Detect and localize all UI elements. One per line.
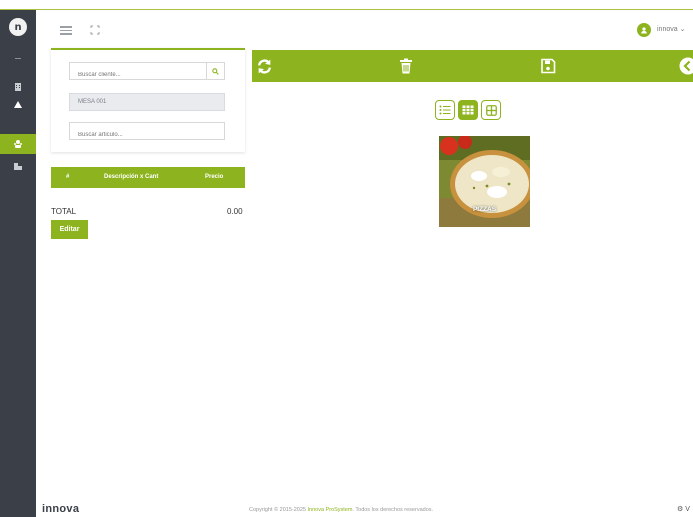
save-icon: [541, 58, 556, 74]
grid-view-button[interactable]: [458, 100, 478, 120]
sidebar-item-users[interactable]: [0, 134, 36, 154]
category-card[interactable]: PIZZAS: [439, 136, 530, 227]
copyright-prefix: Copyright © 2015-2025: [249, 507, 308, 513]
delete-button[interactable]: [396, 56, 416, 76]
edit-button[interactable]: Editar: [51, 220, 88, 239]
list-view-button[interactable]: [435, 100, 455, 120]
app-logo[interactable]: n: [9, 18, 27, 36]
user-avatar[interactable]: [637, 23, 651, 37]
grid-view-icon: [462, 105, 474, 115]
article-search-input[interactable]: [70, 127, 224, 143]
column-price: Precio: [205, 174, 224, 180]
copyright-link[interactable]: Innova ProSystem: [307, 507, 352, 513]
footer: innova Copyright © 2015-2025 Innova ProS…: [36, 503, 693, 517]
client-panel: MESA 001: [51, 48, 245, 152]
refresh-icon: [257, 58, 271, 74]
list-view-icon: [439, 105, 451, 115]
sidebar-item-factory[interactable]: [0, 156, 36, 176]
footer-copyright: Copyright © 2015-2025 Innova ProSystem. …: [249, 507, 433, 513]
column-description: Descripción x Cant: [104, 174, 159, 180]
order-table-header: # Descripción x Cant Precio: [51, 167, 245, 188]
search-icon: [212, 67, 219, 75]
top-accent-line: [0, 0, 693, 10]
table-selector[interactable]: MESA 001: [69, 93, 225, 111]
client-search-button[interactable]: [206, 63, 224, 79]
client-search-input[interactable]: [70, 67, 224, 83]
refresh-button[interactable]: [254, 56, 274, 76]
sidebar-divider: [15, 58, 21, 59]
back-icon: [679, 57, 693, 75]
logo-letter: n: [14, 21, 22, 33]
factory-icon: [14, 163, 22, 170]
menu-toggle-icon[interactable]: [60, 26, 72, 35]
sidebar: n: [0, 10, 36, 517]
category-label: PIZZAS: [472, 206, 497, 213]
column-number: #: [66, 174, 70, 180]
sidebar-item-building[interactable]: [0, 77, 36, 97]
building-icon: [15, 83, 21, 91]
trash-icon: [400, 58, 412, 74]
large-grid-view-icon: [485, 104, 497, 116]
total-label: TOTAL: [51, 207, 77, 216]
user-icon: [641, 27, 647, 34]
pizza-image: [439, 136, 530, 227]
home-icon: [14, 101, 22, 108]
back-button[interactable]: [678, 56, 693, 76]
client-search-box: [69, 62, 225, 83]
sidebar-item-home[interactable]: [0, 95, 36, 115]
users-icon: [14, 140, 22, 148]
action-toolbar: [252, 50, 693, 82]
fullscreen-icon[interactable]: [90, 25, 100, 35]
save-button[interactable]: [538, 56, 558, 76]
copyright-suffix: . Todos los derechos reservados.: [352, 507, 434, 513]
total-value: 0.00: [227, 207, 243, 216]
article-search-box: [69, 122, 225, 143]
top-bar: innova ⌄: [36, 10, 693, 50]
large-grid-view-button[interactable]: [481, 100, 501, 120]
version-label: ⚙ V: [677, 506, 690, 513]
footer-brand: innova: [42, 503, 80, 515]
user-menu[interactable]: innova ⌄: [657, 25, 685, 33]
